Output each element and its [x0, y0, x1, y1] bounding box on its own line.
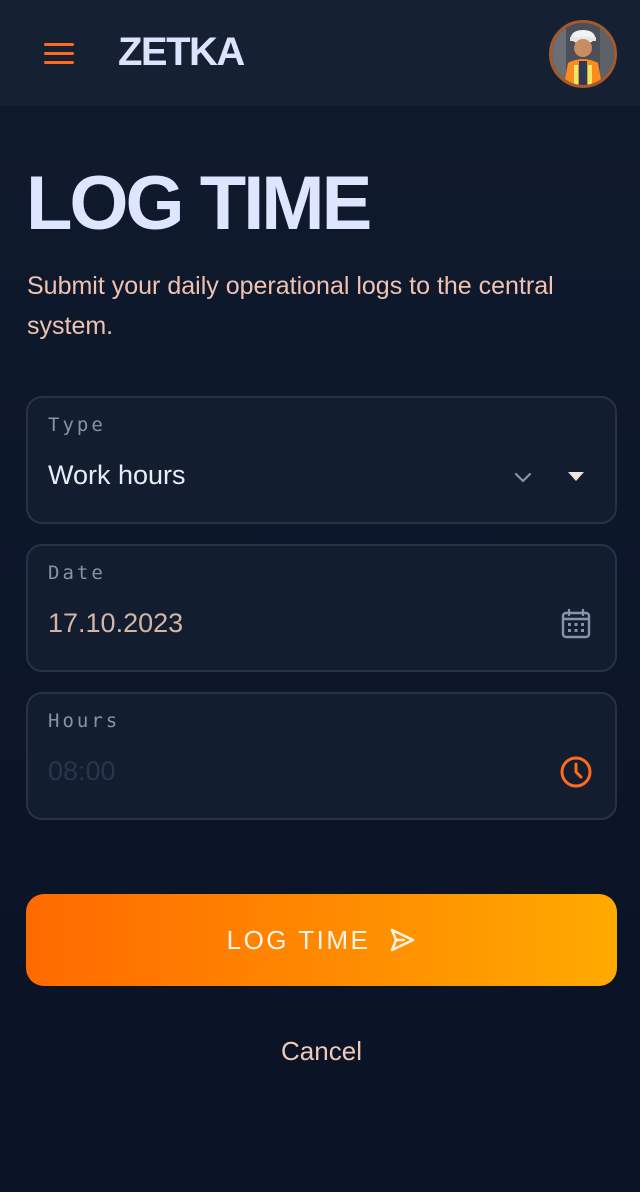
date-value: 17.10.2023 [48, 608, 184, 638]
brand-logo: ZETKA [118, 30, 245, 74]
cancel-button[interactable]: Cancel [0, 1036, 640, 1067]
menu-line [44, 60, 74, 64]
avatar[interactable] [549, 20, 617, 88]
hamburger-menu-icon[interactable] [34, 36, 84, 70]
hours-input[interactable]: 08:00 [48, 756, 116, 787]
log-time-button[interactable]: LOG TIME [26, 894, 617, 986]
menu-line [44, 51, 74, 55]
calendar-icon[interactable] [558, 606, 594, 642]
hours-field[interactable]: Hours 08:00 [26, 692, 617, 820]
log-time-button-label: LOG TIME [226, 924, 371, 955]
page-title: LOG TIME [26, 161, 372, 246]
chevron-down-icon [514, 472, 532, 483]
menu-line [44, 42, 74, 46]
hours-label: Hours [48, 710, 121, 732]
clock-icon[interactable] [558, 754, 594, 790]
date-label: Date [48, 562, 106, 584]
send-icon [391, 928, 415, 952]
type-value: Work hours [48, 460, 186, 490]
type-select[interactable]: Type Work hours [26, 396, 617, 524]
dropdown-caret-icon[interactable] [568, 472, 584, 481]
avatar-image [552, 23, 614, 85]
top-app-bar: ZETKA [0, 0, 640, 106]
page-subtitle: Submit your daily operational logs to th… [27, 272, 554, 340]
type-label: Type [48, 414, 106, 436]
date-field[interactable]: Date 17.10.2023 [26, 544, 617, 672]
